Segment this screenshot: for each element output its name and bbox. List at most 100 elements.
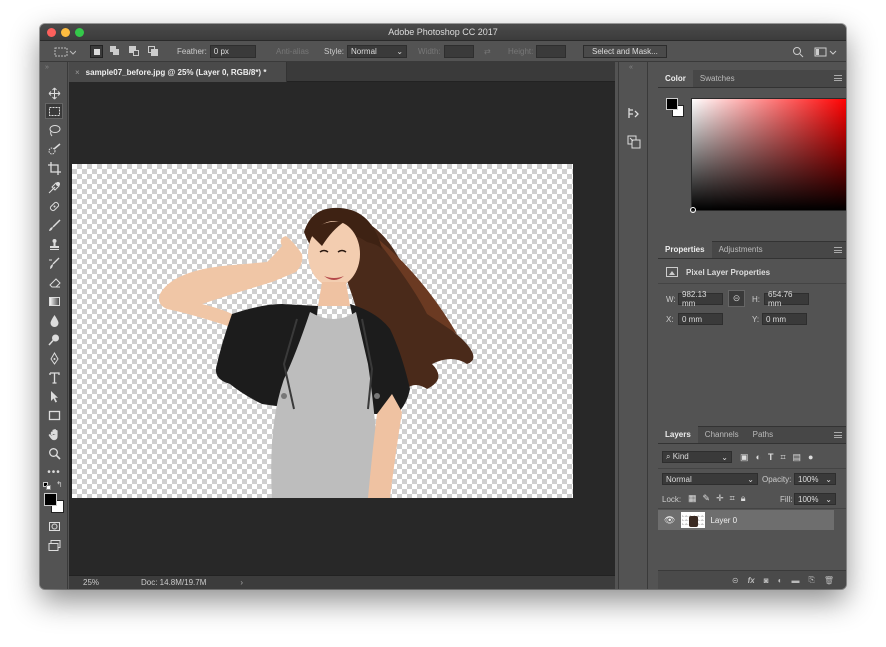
history-brush-tool-icon[interactable] bbox=[45, 255, 63, 271]
feather-input[interactable]: 0 px bbox=[209, 45, 256, 58]
tab-channels[interactable]: Channels bbox=[698, 425, 746, 443]
link-layers-icon[interactable]: ⊝ bbox=[732, 576, 739, 585]
workspace-switcher-icon[interactable] bbox=[814, 45, 838, 58]
opacity-input[interactable]: 100% ⌄ bbox=[794, 473, 836, 485]
zoom-tool-icon[interactable] bbox=[45, 445, 63, 461]
eraser-tool-icon[interactable] bbox=[45, 274, 63, 290]
marquee-preset-icon bbox=[54, 47, 76, 56]
swap-dimensions-icon[interactable]: ⇄ bbox=[484, 45, 491, 58]
panel-color-swatches[interactable] bbox=[666, 98, 686, 118]
new-group-icon[interactable]: ▬ bbox=[791, 576, 799, 585]
tab-layers[interactable]: Layers bbox=[658, 425, 698, 443]
color-swatches[interactable] bbox=[44, 493, 64, 513]
tab-color[interactable]: Color bbox=[658, 69, 693, 87]
add-selection-icon[interactable] bbox=[109, 45, 122, 58]
add-mask-icon[interactable]: ◙ bbox=[764, 576, 769, 585]
collapse-tools-icon[interactable]: » bbox=[45, 64, 49, 71]
tab-adjustments[interactable]: Adjustments bbox=[712, 240, 770, 258]
intersect-selection-icon[interactable] bbox=[147, 45, 160, 58]
layer-y-input[interactable]: 0 mm bbox=[762, 313, 807, 325]
width-input[interactable] bbox=[443, 45, 474, 58]
layer-filter-select[interactable]: ⌕ Kind ⌄ bbox=[662, 451, 732, 463]
color-panel-menu-icon[interactable] bbox=[834, 75, 842, 81]
select-and-mask-button[interactable]: Select and Mask... bbox=[583, 45, 667, 58]
eye-icon[interactable]: 👁︎ bbox=[664, 515, 675, 526]
layer-x-input[interactable]: 0 mm bbox=[678, 313, 723, 325]
close-document-icon[interactable]: × bbox=[75, 68, 80, 77]
clone-stamp-tool-icon[interactable] bbox=[45, 236, 63, 252]
fill-input[interactable]: 100% ⌄ bbox=[794, 493, 836, 505]
filter-type-icon[interactable]: T bbox=[768, 452, 774, 463]
move-tool-icon[interactable] bbox=[45, 85, 63, 101]
layers-panel-menu-icon[interactable] bbox=[834, 432, 842, 438]
foreground-color-swatch[interactable] bbox=[44, 493, 57, 506]
lock-image-icon[interactable]: ✎ bbox=[703, 493, 711, 504]
filter-shape-icon[interactable]: ⌗ bbox=[780, 452, 785, 463]
swap-colors-icon[interactable]: ↰ bbox=[56, 480, 63, 489]
lock-position-icon[interactable]: ✛ bbox=[716, 493, 724, 504]
width-label: Width: bbox=[418, 47, 441, 56]
color-picker-handle[interactable] bbox=[690, 207, 696, 213]
image-canvas[interactable] bbox=[72, 164, 573, 498]
layer-width-input[interactable]: 982.13 mm bbox=[678, 290, 723, 308]
tool-preset-picker[interactable] bbox=[54, 45, 76, 58]
brush-tool-icon[interactable] bbox=[45, 217, 63, 233]
lasso-tool-icon[interactable] bbox=[45, 122, 63, 138]
lock-transparent-icon[interactable]: ▦ bbox=[688, 493, 697, 504]
color-panel-body bbox=[658, 88, 846, 238]
gradient-tool-icon[interactable] bbox=[45, 293, 63, 309]
lock-all-icon[interactable]: 🔒︎ bbox=[741, 493, 746, 504]
path-selection-tool-icon[interactable] bbox=[45, 388, 63, 404]
status-expand-icon[interactable]: › bbox=[240, 578, 243, 587]
layer-row[interactable]: 👁︎ Layer 0 bbox=[658, 510, 834, 530]
hand-tool-icon[interactable] bbox=[45, 426, 63, 442]
zoom-level[interactable]: 25% bbox=[83, 578, 123, 587]
blend-mode-select[interactable]: Normal ⌄ bbox=[662, 473, 758, 485]
rectangle-tool-icon[interactable] bbox=[45, 407, 63, 423]
layer-style-icon[interactable]: fx bbox=[748, 576, 755, 585]
pen-tool-icon[interactable] bbox=[45, 350, 63, 366]
new-adjustment-layer-icon[interactable]: ◐ bbox=[778, 576, 783, 585]
layer-name[interactable]: Layer 0 bbox=[710, 516, 737, 525]
crop-tool-icon[interactable] bbox=[45, 160, 63, 176]
opacity-value: 100% bbox=[798, 474, 819, 484]
blur-tool-icon[interactable] bbox=[45, 312, 63, 328]
lock-artboard-icon[interactable]: ⌗ bbox=[730, 493, 735, 504]
filter-smart-object-icon[interactable]: ▤ bbox=[793, 452, 802, 463]
fill-value: 100% bbox=[798, 494, 819, 504]
tab-paths[interactable]: Paths bbox=[746, 425, 780, 443]
subtract-selection-icon[interactable] bbox=[128, 45, 141, 58]
screen-mode-icon[interactable] bbox=[45, 537, 63, 553]
search-icon[interactable] bbox=[792, 45, 804, 58]
chevron-down-icon: ⌄ bbox=[396, 47, 404, 56]
more-tools-icon[interactable]: ••• bbox=[45, 464, 63, 480]
color-field[interactable] bbox=[691, 98, 846, 211]
delete-layer-icon[interactable]: 🗑︎ bbox=[824, 576, 834, 585]
properties-panel-menu-icon[interactable] bbox=[834, 247, 842, 253]
filter-adjustment-icon[interactable]: ◐ bbox=[756, 452, 761, 463]
antialias-checkbox[interactable]: Anti-alias bbox=[276, 45, 309, 58]
default-colors-icon[interactable] bbox=[43, 482, 51, 490]
dodge-tool-icon[interactable] bbox=[45, 331, 63, 347]
x-label: X: bbox=[666, 315, 674, 324]
new-selection-icon[interactable] bbox=[90, 45, 103, 58]
quick-mask-icon[interactable] bbox=[45, 518, 63, 534]
filter-pixel-icon[interactable]: ▣ bbox=[740, 452, 749, 463]
height-input[interactable] bbox=[536, 45, 567, 58]
tab-swatches[interactable]: Swatches bbox=[693, 69, 742, 87]
tab-properties[interactable]: Properties bbox=[658, 240, 712, 258]
filter-toggle-icon[interactable]: ● bbox=[808, 452, 813, 463]
layers-footer: ⊝ fx ◙ ◐ ▬ ⎘ 🗑︎ bbox=[658, 570, 846, 589]
healing-brush-tool-icon[interactable] bbox=[45, 198, 63, 214]
doc-info[interactable]: Doc: 14.8M/19.7M bbox=[141, 578, 206, 587]
new-layer-icon[interactable]: ⎘ bbox=[808, 575, 814, 585]
document-tab[interactable]: × sample07_before.jpg @ 25% (Layer 0, RG… bbox=[69, 62, 287, 82]
marquee-tool-icon[interactable] bbox=[45, 103, 63, 119]
layer-height-input[interactable]: 654.76 mm bbox=[764, 290, 809, 308]
quick-select-tool-icon[interactable] bbox=[45, 141, 63, 157]
link-dimensions-icon[interactable]: ⊝ bbox=[728, 290, 745, 307]
pixel-layer-icon bbox=[666, 267, 678, 277]
type-tool-icon[interactable] bbox=[45, 369, 63, 385]
eyedropper-tool-icon[interactable] bbox=[45, 179, 63, 195]
style-select[interactable]: Normal ⌄ bbox=[347, 45, 408, 58]
